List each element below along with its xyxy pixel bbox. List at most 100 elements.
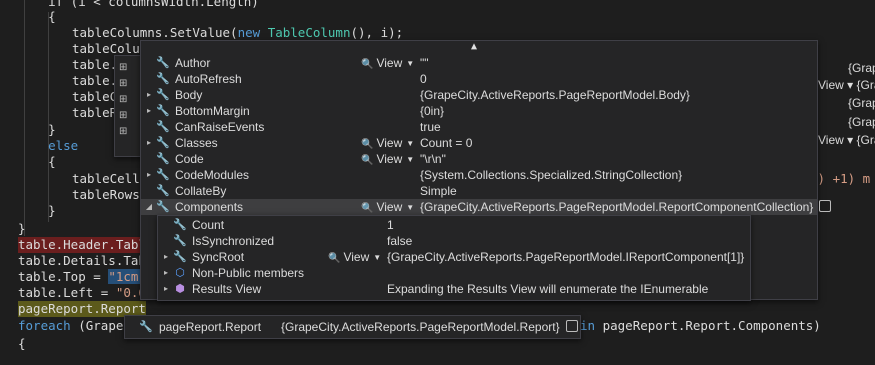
datatip-member-name: Body xyxy=(175,88,203,102)
code-line: } xyxy=(18,122,56,137)
expand-arrow-icon[interactable]: ▸ xyxy=(144,87,154,103)
view-label: View xyxy=(376,136,403,150)
datatip-row-author[interactable]: 🔧 Author 🔍 View ▼ "" xyxy=(141,55,817,71)
datatip-member-value: "\r\n" xyxy=(420,152,446,166)
datatip-row-syncroot[interactable]: ▸ 🔧 SyncRoot 🔍 View ▼ {GrapeCity.ActiveReports… xyxy=(158,249,750,265)
wrench-icon: 🔧 xyxy=(173,219,187,231)
code-line: { xyxy=(18,154,56,169)
view-label: View xyxy=(376,152,403,166)
datatip-member-value: "" xyxy=(420,56,429,70)
code-line: tableR xyxy=(72,105,118,120)
pin-icon[interactable] xyxy=(565,320,578,332)
datatip-row-count[interactable]: 🔧 Count 1 xyxy=(158,217,750,233)
datatip-member-value: 0 xyxy=(420,72,427,86)
datatip-member-name: Code xyxy=(175,152,204,166)
code-line: table.Top = "1cm"; xyxy=(18,269,153,284)
wrench-icon: 🔧 xyxy=(156,137,170,149)
view-label: View xyxy=(343,250,370,264)
datatip-member-name: BottomMargin xyxy=(175,104,250,118)
code-line-fragment: ") +1) m xyxy=(810,171,871,186)
expand-arrow-icon[interactable]: ▸ xyxy=(144,103,154,119)
chevron-down-icon[interactable]: ▼ xyxy=(406,203,414,212)
code-line: table. xyxy=(72,57,118,72)
datatip-root-value: {GrapeCity.ActiveReports.PageReportModel… xyxy=(281,319,578,335)
code-line: } xyxy=(18,203,56,218)
code-line: in pageReport.Report.Components) xyxy=(580,318,821,333)
datatip-row-components[interactable]: ◢ 🔧 Components 🔍 View ▼ {GrapeCity.ActiveRepor… xyxy=(141,199,832,215)
event-property-icon: 🔧 xyxy=(156,121,170,133)
datatip-member-value: {GrapeCity.ActiveReports.PageReportModel… xyxy=(420,199,832,215)
code-line: tableCells xyxy=(72,171,148,186)
members-icon: ⬡ xyxy=(175,267,185,279)
expand-arrow-icon[interactable]: ▸ xyxy=(161,265,171,281)
magnifier-icon: 🔍 xyxy=(361,59,374,70)
magnifier-icon: 🔍 xyxy=(361,203,374,214)
code-line: else xyxy=(18,138,79,153)
code-line: table.Left = "0.6 xyxy=(18,285,146,300)
expand-arrow-icon[interactable]: ▸ xyxy=(161,249,171,265)
chevron-down-icon[interactable]: ▼ xyxy=(406,139,414,148)
wrench-icon: 🔧 xyxy=(156,185,170,197)
expand-arrow-icon[interactable]: ▸ xyxy=(161,281,171,297)
datatip-root-name: pageReport.Report xyxy=(159,320,262,334)
chevron-down-icon[interactable]: ▼ xyxy=(406,59,414,68)
datatip-member-name: IsSynchronized xyxy=(192,234,275,248)
code-line: } xyxy=(18,221,26,236)
code-line: tableC xyxy=(72,89,118,104)
code-line: { xyxy=(18,9,56,24)
datatip-member-value: false xyxy=(387,234,413,248)
datatip-member-value: 1 xyxy=(387,218,394,232)
datatip-components-expanded[interactable]: 🔧 Count 1 🔧 IsSynchronized false ▸ 🔧 SyncRoot 🔍 Vi… xyxy=(157,215,751,301)
datatip-main[interactable]: ▲ ▼ 🔧Author🔍View▼""🔧AutoRefresh0▸🔧Body{G… xyxy=(140,40,832,301)
datatip-member-name: AutoRefresh xyxy=(175,72,242,86)
datatip-fragment: {Grape xyxy=(848,115,875,129)
datatip-row-collateby[interactable]: 🔧 CollateBy Simple xyxy=(141,183,817,199)
scroll-up-icon[interactable]: ▲ xyxy=(471,41,477,52)
wrench-icon: 🔧 xyxy=(156,153,170,165)
code-line: { xyxy=(18,336,26,351)
datatip-member-value: Simple xyxy=(420,184,457,198)
datatip-row-code[interactable]: 🔧 Code 🔍 View ▼ "\r\n" xyxy=(141,151,817,167)
wrench-icon: 🔧 xyxy=(156,105,170,117)
datatip-member-name: SyncRoot xyxy=(192,250,245,264)
datatip-row-autorefresh[interactable]: 🔧 AutoRefresh 0 xyxy=(141,71,817,87)
datatip-fragment: View ▾ {Grape xyxy=(818,78,875,92)
datatip-member-name: Components xyxy=(175,200,244,214)
datatip-member-value: Expanding the Results View will enumerat… xyxy=(387,282,709,296)
datatip-member-name: Author xyxy=(175,56,211,70)
datatip-member-value: {GrapeCity.ActiveReports.PageReportModel… xyxy=(420,88,690,102)
datatip-row-results-view[interactable]: ▸ ⬢ Results View Expanding the Results View… xyxy=(158,281,750,297)
pin-icon[interactable] xyxy=(819,200,832,212)
expand-arrow-icon[interactable]: ◢ xyxy=(144,199,154,215)
chevron-down-icon[interactable]: ▼ xyxy=(406,155,414,164)
datatip-row-classes[interactable]: ▸ 🔧 Classes 🔍 View ▼ Count = 0 xyxy=(141,135,817,151)
expand-arrow-icon[interactable]: ▸ xyxy=(144,135,154,151)
datatip-row-canraiseevents[interactable]: 🔧 CanRaiseEvents true xyxy=(141,119,817,135)
datatip-row-non-public-members[interactable]: ▸ ⬡ Non-Public members xyxy=(158,265,750,281)
code-line: foreach (GrapeC xyxy=(18,318,131,333)
datatip-root[interactable]: 🔧 pageReport.Report {GrapeCity.ActiveRep… xyxy=(124,315,581,339)
code-line: table.Details.Tabl xyxy=(18,253,154,268)
datatip-fragment: View ▾ {Grape xyxy=(818,133,875,147)
code-line: tableColumns.SetValue(new TableColumn(),… xyxy=(72,25,404,40)
datatip-row-issynchronized[interactable]: 🔧 IsSynchronized false xyxy=(158,233,750,249)
view-label: View xyxy=(376,56,403,70)
datatip-member-name: Count xyxy=(192,218,225,232)
datatip-member-name: Results View xyxy=(192,282,262,296)
datatip-member-name: CodeModules xyxy=(175,168,250,182)
wrench-icon: 🔧 xyxy=(173,251,187,263)
wrench-icon: 🔧 xyxy=(156,89,170,101)
wrench-icon: 🔧 xyxy=(173,235,187,247)
wrench-icon: 🔧 xyxy=(139,321,153,333)
datatip-row-bottommargin[interactable]: ▸ 🔧 BottomMargin {0in} xyxy=(141,103,817,119)
magnifier-icon: 🔍 xyxy=(328,253,341,264)
code-line: tableRows xyxy=(72,187,140,202)
datatip-member-name: CanRaiseEvents xyxy=(175,120,265,134)
chevron-down-icon[interactable]: ▼ xyxy=(373,253,381,262)
expand-arrow-icon[interactable]: ▸ xyxy=(144,167,154,183)
wrench-icon: 🔧 xyxy=(156,201,170,213)
wrench-icon: 🔧 xyxy=(156,169,170,181)
datatip-root-row[interactable]: 🔧 pageReport.Report {GrapeCity.ActiveRep… xyxy=(125,319,580,335)
datatip-row-codemodules[interactable]: ▸ 🔧 CodeModules {System.Collections.Special… xyxy=(141,167,817,183)
datatip-row-body[interactable]: ▸ 🔧 Body {GrapeCity.ActiveReports.PageRepor… xyxy=(141,87,817,103)
